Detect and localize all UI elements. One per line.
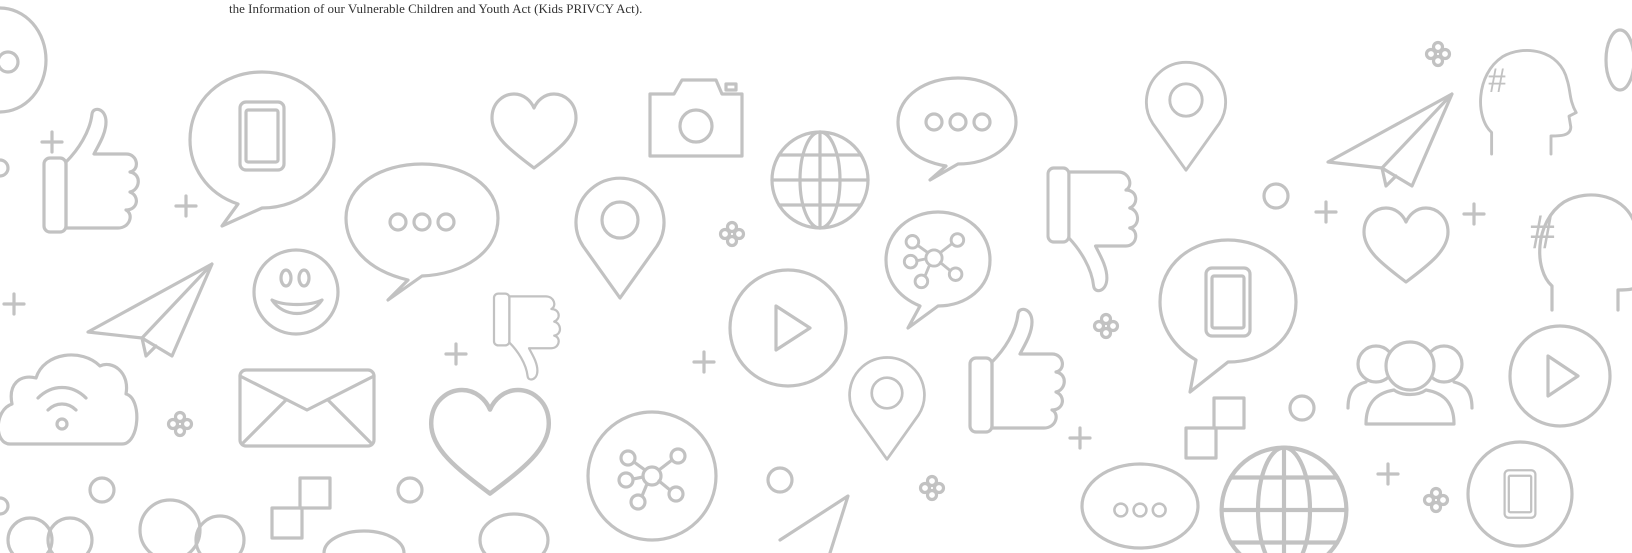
thumbs-down-icon xyxy=(492,292,562,381)
play-icon xyxy=(1508,324,1612,428)
cloud-wifi-icon xyxy=(0,353,139,446)
phone-bubble-icon xyxy=(1466,440,1574,548)
play-icon xyxy=(728,268,848,388)
speech-bubble-icon xyxy=(322,529,406,553)
location-pin-icon xyxy=(1144,60,1228,172)
users-icon xyxy=(6,498,246,553)
svg-text:#: # xyxy=(1488,60,1506,100)
paper-plane-icon xyxy=(86,262,214,358)
plus-icon xyxy=(166,40,1452,514)
network-icon xyxy=(586,410,718,542)
network-bubble-icon xyxy=(884,210,992,330)
globe-icon xyxy=(1222,448,1347,553)
social-media-icon-pattern: # # xyxy=(0,6,1632,553)
chat-bubble-icon xyxy=(896,76,1018,182)
heart-icon xyxy=(431,390,549,494)
envelope-icon xyxy=(238,368,376,448)
plus-icon xyxy=(2,130,1486,486)
speech-bubble-icon xyxy=(1604,28,1632,92)
speech-bubble-icon xyxy=(478,512,550,553)
speech-bubble-icon xyxy=(0,6,48,114)
camera-icon xyxy=(648,78,744,158)
heart-icon xyxy=(1362,206,1450,284)
paper-plane-icon xyxy=(778,494,850,553)
squares-icon xyxy=(270,476,332,540)
globe-icon xyxy=(770,130,870,230)
phone-bubble-icon xyxy=(188,70,336,228)
heart-icon xyxy=(490,92,578,170)
paper-plane-icon xyxy=(1326,92,1454,188)
location-pin-icon xyxy=(848,356,926,461)
thumbs-up-icon xyxy=(42,107,140,234)
circle-icon xyxy=(0,158,1316,516)
users-icon xyxy=(1346,340,1474,426)
hashtag-head-icon: # xyxy=(1479,49,1578,156)
hashtag-head-icon: # xyxy=(1530,193,1632,312)
svg-text:#: # xyxy=(1530,203,1555,259)
squares-icon xyxy=(1184,396,1246,460)
thumbs-down-icon xyxy=(1046,166,1140,293)
location-pin-icon xyxy=(574,176,666,300)
chat-bubble-icon xyxy=(1080,462,1200,550)
chat-bubble-icon xyxy=(344,162,500,302)
phone-bubble-icon xyxy=(1158,238,1298,394)
thumbs-up-icon xyxy=(968,307,1066,434)
smiley-icon xyxy=(252,248,340,336)
